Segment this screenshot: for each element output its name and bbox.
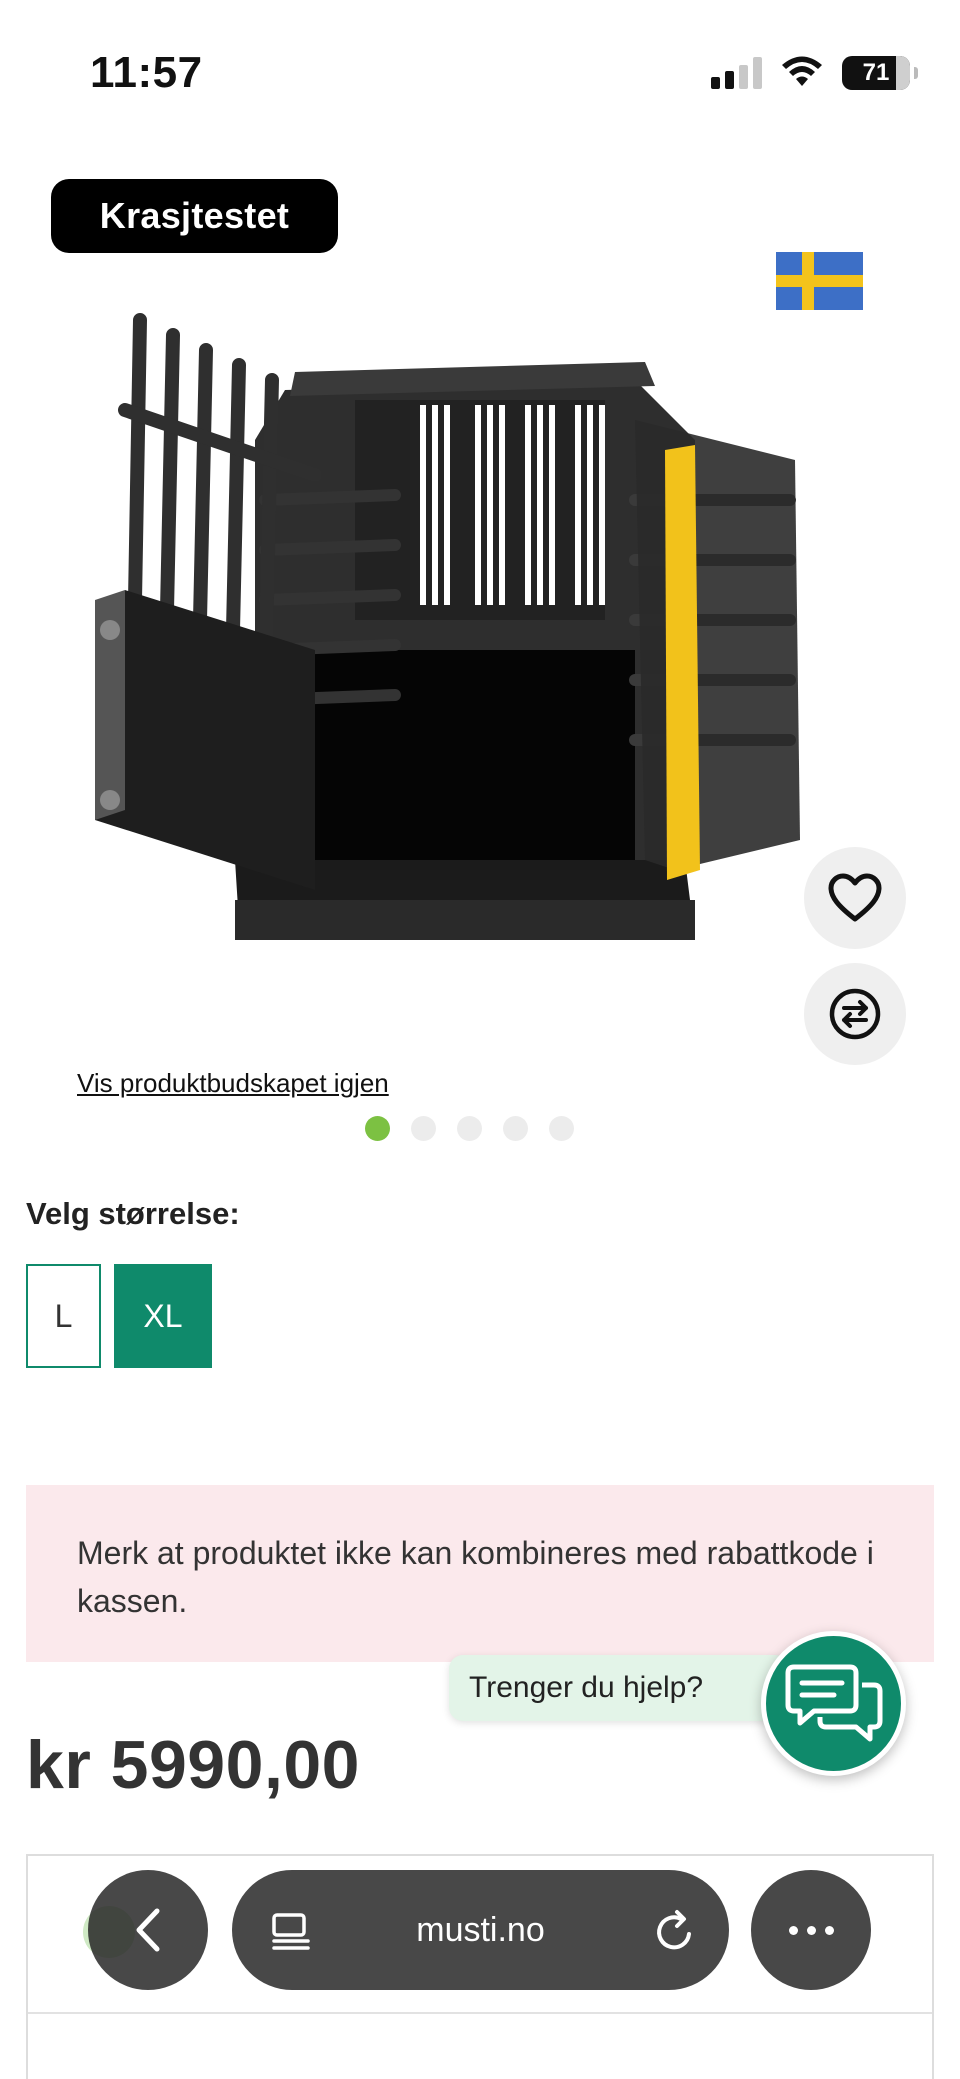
address-bar[interactable]: musti.no bbox=[232, 1870, 729, 1990]
size-label: Velg størrelse: bbox=[26, 1196, 240, 1231]
reload-icon[interactable] bbox=[653, 1908, 697, 1954]
dot bbox=[824, 1925, 834, 1935]
carousel-dot[interactable] bbox=[457, 1116, 482, 1141]
compare-button[interactable] bbox=[804, 963, 906, 1065]
wifi-icon bbox=[782, 56, 822, 86]
status-icons: 71 bbox=[711, 56, 918, 90]
crash-tested-badge: Krasjtestet bbox=[51, 179, 338, 253]
show-product-message-link[interactable]: Vis produktbudskapet igjen bbox=[77, 1068, 389, 1099]
carousel-dot[interactable] bbox=[365, 1116, 390, 1141]
cellular-signal-icon bbox=[711, 57, 762, 89]
chat-button[interactable] bbox=[761, 1631, 906, 1776]
compare-arrows-icon bbox=[829, 988, 881, 1040]
status-bar: 11:57 71 bbox=[0, 0, 960, 150]
status-time: 11:57 bbox=[90, 48, 203, 97]
battery-level: 71 bbox=[862, 59, 890, 86]
favorite-button[interactable] bbox=[804, 847, 906, 949]
battery-icon: 71 bbox=[842, 56, 918, 90]
chevron-left-icon bbox=[136, 1908, 160, 1952]
size-option-l[interactable]: L bbox=[26, 1264, 101, 1368]
product-price: kr 5990,00 bbox=[26, 1727, 360, 1803]
carousel-dots bbox=[365, 1116, 574, 1141]
carousel-dot[interactable] bbox=[411, 1116, 436, 1141]
more-options-button[interactable] bbox=[751, 1870, 871, 1990]
chat-icon bbox=[785, 1664, 882, 1741]
product-image[interactable] bbox=[55, 300, 845, 980]
dot bbox=[788, 1925, 798, 1935]
dot bbox=[806, 1925, 816, 1935]
help-bubble[interactable]: Trenger du hjelp? bbox=[449, 1655, 789, 1721]
divider bbox=[28, 2012, 932, 2014]
discount-code-notice: Merk at produktet ikke kan kombineres me… bbox=[26, 1485, 934, 1662]
size-option-xl[interactable]: XL bbox=[114, 1264, 212, 1368]
carousel-dot[interactable] bbox=[549, 1116, 574, 1141]
carousel-dot[interactable] bbox=[503, 1116, 528, 1141]
heart-icon bbox=[828, 873, 882, 922]
back-button[interactable] bbox=[88, 1870, 208, 1990]
